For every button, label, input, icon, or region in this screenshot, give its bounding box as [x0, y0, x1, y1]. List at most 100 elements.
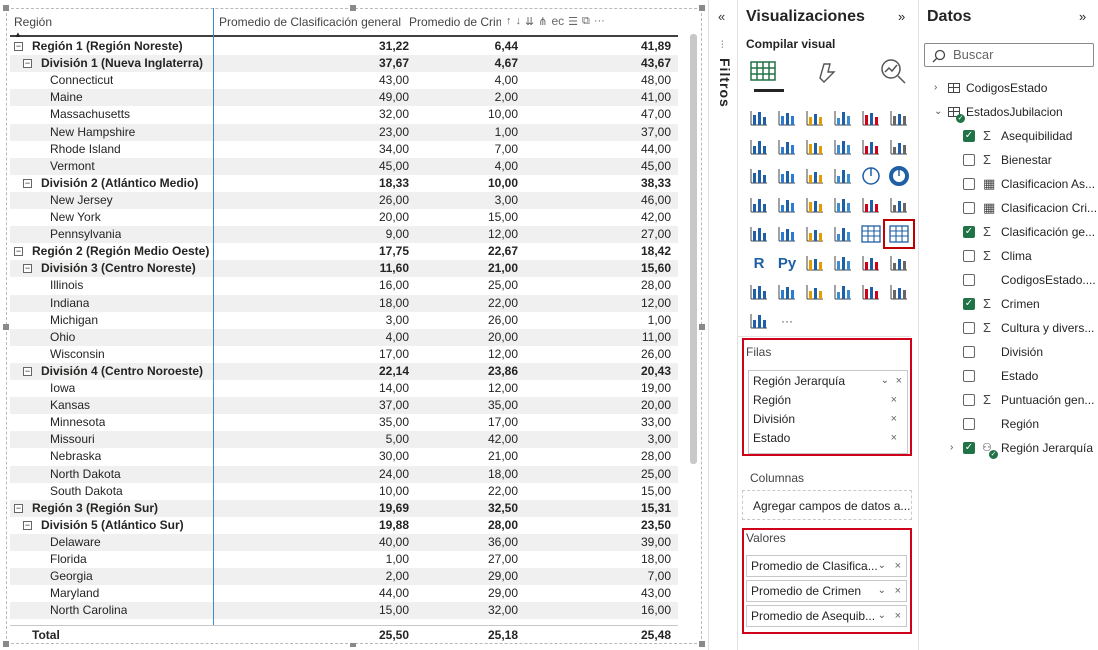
state-row[interactable]: Nebraska 30,00 21,00 28,00 [10, 448, 678, 465]
field-checkbox[interactable] [963, 202, 975, 214]
field-checkbox[interactable] [963, 274, 975, 286]
custom-visual-icon[interactable] [858, 280, 884, 304]
state-row[interactable]: Michigan 3,00 26,00 1,00 [10, 312, 678, 329]
state-row[interactable]: Ohio 4,00 20,00 11,00 [10, 328, 678, 346]
chevron-right-icon[interactable]: › [934, 78, 937, 98]
field-item[interactable]: ✓ Σ Clasificación ge... [920, 222, 1098, 242]
field-checkbox[interactable]: ✓ [963, 226, 975, 238]
resize-handle[interactable] [699, 5, 705, 11]
field-checkbox[interactable] [963, 418, 975, 430]
more-options-icon[interactable]: ··· [594, 15, 605, 27]
column-header-clasificacion[interactable]: Promedio de Clasificación general [219, 15, 401, 29]
filters-pane[interactable]: « ⫶ Filtros [708, 0, 738, 650]
chevron-down-icon[interactable]: ⌄ [878, 556, 886, 576]
kpi-icon[interactable] [802, 222, 828, 246]
collapse-icon[interactable]: − [23, 520, 32, 530]
expand-all-icon[interactable]: ⇊ [525, 15, 534, 28]
python-visual-icon[interactable]: Py [774, 251, 800, 275]
state-row[interactable]: Indiana 18,00 22,00 12,00 [10, 294, 678, 312]
gauge-icon[interactable] [886, 193, 912, 217]
field-item[interactable]: Σ Cultura y divers... [920, 318, 1098, 338]
remove-field-icon[interactable]: × [891, 391, 897, 410]
field-item[interactable]: División [920, 342, 1098, 362]
field-checkbox[interactable] [963, 370, 975, 382]
chevron-down-icon[interactable]: ⌄ [878, 606, 886, 626]
card-icon[interactable] [746, 222, 772, 246]
filter-icon[interactable]: ☰ [568, 15, 578, 28]
remove-field-icon[interactable]: × [895, 581, 901, 601]
hierarchy-region-jerarquia[interactable]: › ✓ ⚇ ✓ Región Jerarquía [920, 438, 1098, 459]
collapse-icon[interactable]: − [23, 366, 32, 376]
rows-subfield[interactable]: División × [753, 410, 902, 429]
search-input[interactable]: Buscar [924, 43, 1094, 67]
waterfall-chart-icon[interactable] [774, 164, 800, 188]
shape-map-icon[interactable] [830, 193, 856, 217]
state-row[interactable]: Iowa 14,00 12,00 19,00 [10, 380, 678, 397]
resize-handle[interactable] [699, 324, 705, 330]
region-row[interactable]: − Región 2 (Región Medio Oeste) 17,75 22,67… [10, 243, 678, 260]
clustered-bar-chart-icon[interactable] [802, 106, 828, 130]
division-row[interactable]: − División 5 (Atlántico Sur) 19,88 28,00 23,… [10, 517, 678, 534]
state-row[interactable]: Massachusetts 32,00 10,00 47,00 [10, 106, 678, 123]
qa-icon[interactable] [858, 251, 884, 275]
multi-row-card-icon[interactable] [774, 222, 800, 246]
field-item[interactable]: ✓ Σ Crimen [920, 294, 1098, 314]
chevron-down-icon[interactable]: ⌄ [881, 371, 889, 391]
state-row[interactable]: Wisconsin 17,00 12,00 26,00 [10, 346, 678, 363]
100-stacked-column-chart-icon[interactable] [886, 106, 912, 130]
field-item[interactable]: ▦ Clasificacion As... [920, 174, 1098, 194]
area-chart-icon[interactable] [774, 135, 800, 159]
table-estadosjubilacion[interactable]: ⌄ ✓ EstadosJubilacion [920, 102, 1098, 123]
state-row[interactable]: Vermont 45,00 4,00 45,00 [10, 157, 678, 175]
resize-handle[interactable] [3, 5, 9, 11]
column-header-crimen[interactable]: Promedio de Crim [409, 15, 501, 29]
state-row[interactable]: Connecticut 43,00 4,00 48,00 [10, 72, 678, 89]
field-item[interactable]: ✓ Σ Asequibilidad [920, 126, 1098, 146]
state-row[interactable]: Georgia 2,00 29,00 7,00 [10, 568, 678, 586]
donut-chart-icon[interactable] [886, 164, 912, 188]
state-row[interactable]: Minnesota 35,00 17,00 33,00 [10, 414, 678, 431]
state-row[interactable]: New Hampshire 23,00 1,00 37,00 [10, 123, 678, 141]
line-chart-icon[interactable] [746, 135, 772, 159]
remove-field-icon[interactable]: × [891, 429, 897, 448]
ribbon-chart-icon[interactable] [746, 164, 772, 188]
expand-data-icon[interactable]: » [1079, 9, 1086, 24]
sort-up-icon[interactable]: ↑ [506, 15, 512, 27]
state-row[interactable]: New York 20,00 15,00 42,00 [10, 209, 678, 226]
state-row[interactable]: Illinois 16,00 25,00 28,00 [10, 277, 678, 294]
filters-label[interactable]: Filtros [717, 58, 733, 108]
column-header-asequibilidad[interactable]: ec [551, 14, 564, 28]
stacked-column-chart-icon[interactable] [774, 106, 800, 130]
collapse-icon[interactable]: − [23, 178, 32, 188]
more-options-icon[interactable]: ··· [774, 309, 800, 333]
100-stacked-area-chart-icon[interactable] [830, 135, 856, 159]
slicer-icon[interactable] [830, 222, 856, 246]
field-checkbox[interactable]: ✓ [963, 298, 975, 310]
chevron-down-icon[interactable]: ⌄ [934, 102, 942, 122]
values-field-pill[interactable]: Promedio de Crimen ⌄ × [746, 580, 907, 602]
state-row[interactable]: Florida 1,00 27,00 18,00 [10, 551, 678, 568]
goals-icon[interactable] [746, 280, 772, 304]
division-row[interactable]: − División 2 (Atlántico Medio) 18,33 10,00 3… [10, 175, 678, 192]
field-item[interactable]: Región [920, 414, 1098, 434]
field-checkbox[interactable] [963, 178, 975, 190]
more-visuals-icon[interactable] [746, 309, 772, 333]
state-row[interactable]: Maryland 44,00 29,00 43,00 [10, 585, 678, 602]
field-item[interactable]: CodigosEstado.... [920, 270, 1098, 290]
field-checkbox[interactable] [963, 322, 975, 334]
state-row[interactable]: Pennsylvania 9,00 12,00 27,00 [10, 226, 678, 244]
collapse-icon[interactable]: − [14, 247, 23, 257]
field-item[interactable]: Σ Clima [920, 246, 1098, 266]
paginated-report-icon[interactable] [774, 280, 800, 304]
analytics-tab-icon[interactable] [878, 56, 908, 88]
focus-mode-icon[interactable]: ⧉ [582, 15, 590, 28]
collapse-icon[interactable]: − [14, 42, 23, 51]
treemap-icon[interactable] [746, 193, 772, 217]
field-checkbox[interactable] [963, 250, 975, 262]
field-checkbox[interactable]: ✓ [963, 130, 975, 142]
collapse-icon[interactable]: − [23, 264, 32, 274]
line-stacked-column-chart-icon[interactable] [858, 135, 884, 159]
remove-field-icon[interactable]: × [895, 556, 901, 576]
diamond-visual-icon[interactable] [886, 280, 912, 304]
state-row[interactable]: Missouri 5,00 42,00 3,00 [10, 431, 678, 449]
